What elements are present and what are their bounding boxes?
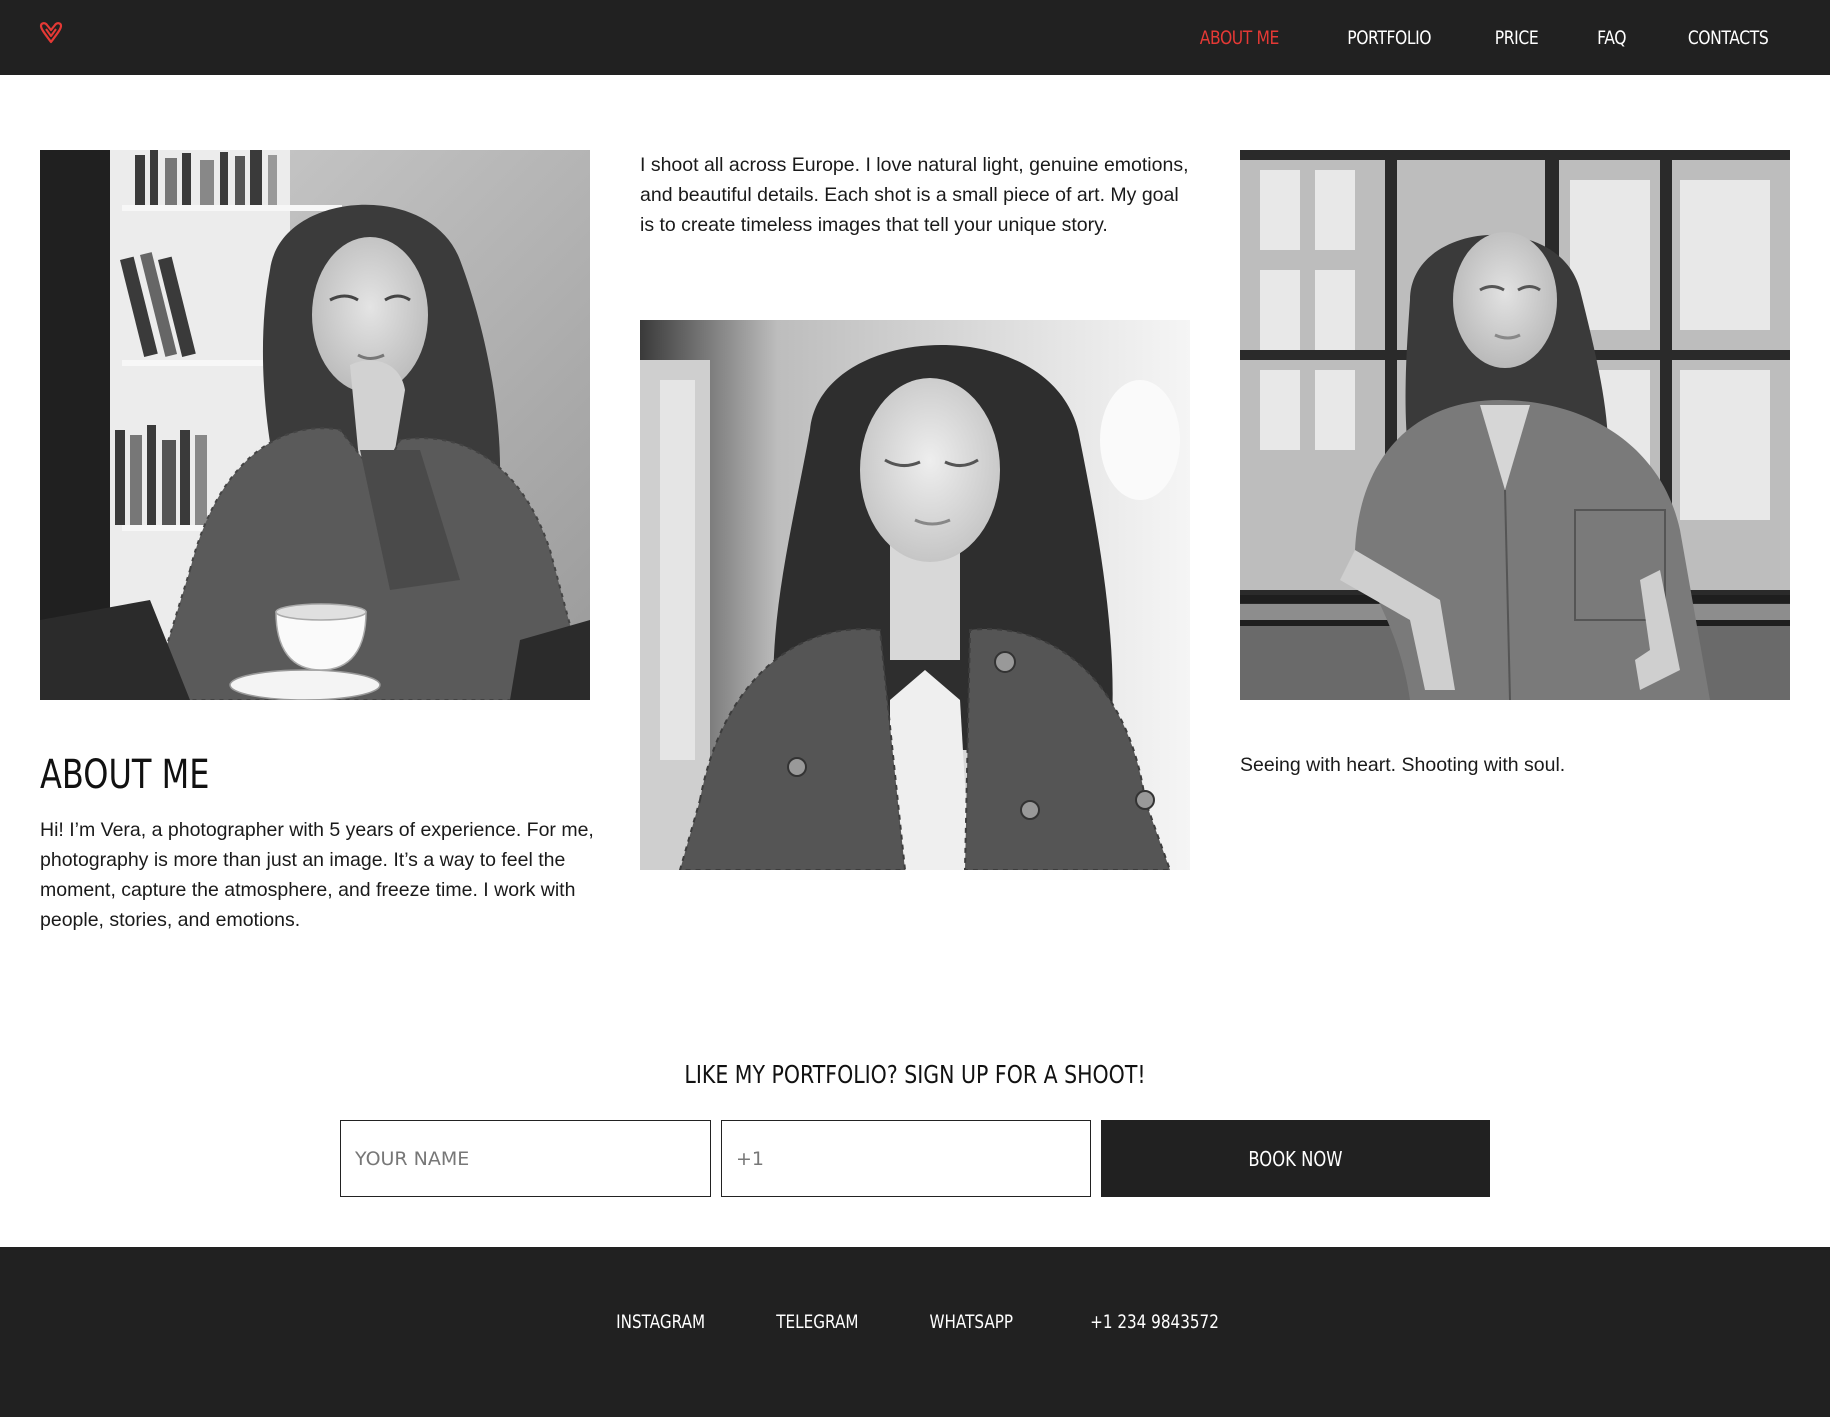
footer-link-whatsapp[interactable]: WHATSAPP — [930, 1311, 1014, 1333]
tagline: Seeing with heart. Shooting with soul. — [1240, 754, 1566, 776]
footer-link-instagram[interactable]: INSTAGRAM — [616, 1311, 705, 1333]
site-footer: INSTAGRAM TELEGRAM WHATSAPP +1 234 98435… — [0, 1247, 1830, 1417]
footer-links: INSTAGRAM TELEGRAM WHATSAPP +1 234 98435… — [0, 1247, 1830, 1417]
nav-contacts[interactable]: CONTACTS — [1688, 27, 1769, 49]
name-input[interactable] — [340, 1120, 711, 1197]
woman-window-photo — [1240, 150, 1790, 700]
book-now-label: BOOK NOW — [1248, 1146, 1343, 1171]
signup-title: LIKE MY PORTFOLIO? SIGN UP FOR A SHOOT! — [684, 1060, 1146, 1089]
about-title: ABOUT ME — [40, 752, 210, 798]
nav-portfolio[interactable]: PORTFOLIO — [1347, 27, 1431, 49]
woman-cafe-photo — [40, 150, 590, 700]
footer-link-telegram[interactable]: TELEGRAM — [777, 1311, 859, 1333]
footer-phone-link[interactable]: +1 234 9843572 — [1090, 1311, 1219, 1333]
nav-price[interactable]: PRICE — [1495, 27, 1539, 49]
book-now-button[interactable]: BOOK NOW — [1101, 1120, 1490, 1197]
site-header: ABOUT ME PORTFOLIO PRICE FAQ CONTACTS — [0, 0, 1830, 75]
heart-logo-icon[interactable] — [38, 22, 64, 46]
phone-input[interactable] — [721, 1120, 1091, 1197]
nav-about-me[interactable]: ABOUT ME — [1200, 27, 1280, 49]
nav-faq[interactable]: FAQ — [1597, 27, 1626, 49]
main-nav: ABOUT ME PORTFOLIO PRICE FAQ CONTACTS — [1191, 0, 1777, 75]
intro-text: I shoot all across Europe. I love natura… — [640, 154, 1189, 236]
woman-jacket-photo — [640, 320, 1190, 870]
about-text: Hi! I’m Vera, a photographer with 5 year… — [40, 819, 594, 931]
